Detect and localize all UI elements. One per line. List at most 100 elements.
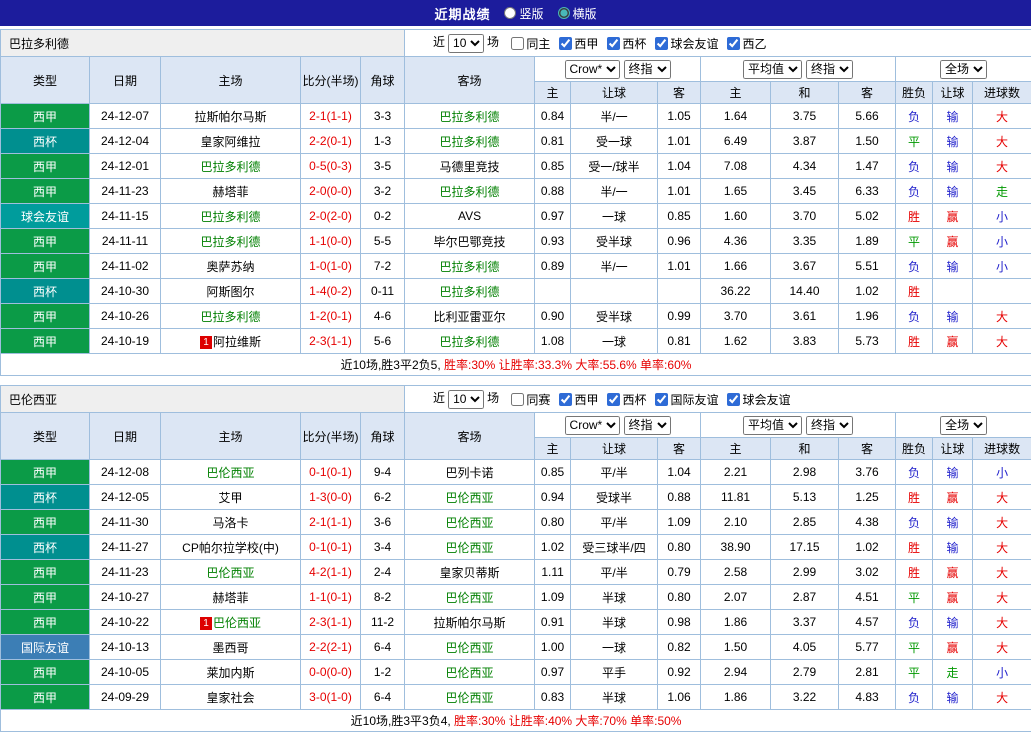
filter-option-label: 西杯: [622, 36, 647, 51]
home-team-cell: 皇家社会: [160, 684, 301, 710]
home-team-cell: 阿斯图尔: [160, 278, 301, 304]
euro-time-select[interactable]: 终指: [806, 415, 854, 435]
filter-option-label: 西甲: [574, 392, 599, 407]
asian-away-odds: 1.05: [657, 103, 702, 129]
competition-type-badge: 西甲: [0, 103, 90, 129]
odds-time-select[interactable]: 终指: [623, 415, 671, 435]
filter-option[interactable]: 西甲: [559, 35, 598, 52]
home-team-name[interactable]: 巴拉多利德: [200, 160, 260, 174]
euro-away-odds: 4.83: [838, 684, 897, 710]
asian-handicap: 平/半: [570, 559, 659, 585]
away-team-name[interactable]: 巴拉多利德: [440, 285, 500, 299]
filter-option[interactable]: 同赛: [511, 391, 550, 408]
filter-checkbox[interactable]: [655, 36, 669, 50]
away-team-name[interactable]: 巴拉多利德: [440, 185, 500, 199]
filter-option[interactable]: 球会友谊: [655, 35, 718, 52]
odds-company-select[interactable]: Crow*: [564, 415, 620, 435]
euro-odds-selects: 平均值 终指: [700, 412, 897, 438]
away-team-name[interactable]: 巴伦西亚: [446, 591, 494, 605]
euro-odds-selects: 平均值 终指: [700, 56, 897, 82]
match-score: 2-2(0-1): [300, 128, 361, 154]
away-team-name[interactable]: 巴拉多利德: [440, 260, 500, 274]
home-team-name[interactable]: 巴拉多利德: [200, 210, 260, 224]
filter-option[interactable]: 西乙: [727, 35, 766, 52]
odds-company-select[interactable]: Crow*: [564, 59, 620, 79]
euro-away-odds: 4.57: [838, 609, 897, 635]
away-team-name: 马德里竞技: [439, 159, 500, 174]
euro-draw-odds: 3.67: [770, 253, 840, 279]
home-team-cell: 奥萨苏纳: [160, 253, 301, 279]
away-team-name[interactable]: 巴伦西亚: [446, 641, 494, 655]
euro-draw-odds: 2.79: [770, 659, 840, 685]
euro-home-odds: 2.07: [700, 584, 772, 610]
filter-checkboxes: 同赛 西甲 西杯 国际友谊 球会友谊: [502, 391, 791, 408]
asian-handicap: [570, 278, 659, 304]
filter-checkbox[interactable]: [607, 392, 621, 406]
match-score: 2-3(1-1): [300, 328, 361, 354]
away-team-name[interactable]: 巴拉多利德: [440, 335, 500, 349]
layout-option[interactable]: 竖版: [504, 5, 544, 22]
match-row: 西甲 24-10-19 1 阿拉维斯 2-3(1-1) 5-6 巴拉多利德 1.08 一球 0.8…: [0, 328, 1031, 354]
team-name: 巴伦西亚: [0, 385, 406, 413]
filter-checkbox[interactable]: [511, 392, 525, 406]
scope-select[interactable]: 全场: [940, 415, 988, 435]
away-team-name[interactable]: 巴伦西亚: [446, 491, 494, 505]
result-goals: 大: [972, 684, 1031, 710]
away-team-name[interactable]: 巴拉多利德: [440, 135, 500, 149]
filter-bar: 近 10 场 同赛 西甲 西杯 国际友谊 球会友谊: [404, 385, 1031, 413]
result-goals: 小: [972, 228, 1031, 254]
competition-type-badge: 西杯: [0, 128, 90, 154]
layout-radio[interactable]: [504, 7, 517, 19]
layout-radio[interactable]: [557, 7, 570, 19]
home-team-name[interactable]: 巴伦西亚: [206, 466, 254, 480]
col-header-asian-away: 客: [657, 437, 702, 460]
home-team-name[interactable]: 巴拉多利德: [200, 235, 260, 249]
home-team-name[interactable]: 巴伦西亚: [213, 616, 261, 630]
match-row: 西甲 24-10-27 赫塔菲 1-1(0-1) 8-2 巴伦西亚 1.09 半球 0.80 2.…: [0, 584, 1031, 610]
filter-checkbox[interactable]: [559, 36, 573, 50]
euro-home-odds: 1.86: [700, 609, 772, 635]
scope-select[interactable]: 全场: [940, 59, 988, 79]
euro-average-select[interactable]: 平均值: [743, 415, 803, 435]
recent-count-select[interactable]: 10: [448, 33, 485, 53]
filter-option[interactable]: 西杯: [607, 391, 646, 408]
match-score: 0-5(0-3): [300, 153, 361, 179]
filter-option[interactable]: 同主: [511, 35, 550, 52]
recent-label: 近: [433, 391, 446, 406]
filter-checkbox[interactable]: [607, 36, 621, 50]
asian-home-odds: 0.91: [534, 609, 572, 635]
layout-option[interactable]: 横版: [557, 5, 597, 22]
filter-checkbox[interactable]: [727, 36, 741, 50]
away-team-name[interactable]: 巴伦西亚: [446, 516, 494, 530]
away-team-name[interactable]: 巴拉多利德: [440, 110, 500, 124]
home-team-name[interactable]: 巴拉多利德: [200, 310, 260, 324]
match-row: 西甲 24-11-23 赫塔菲 2-0(0-0) 3-2 巴拉多利德 0.88 半/一 1.01…: [0, 178, 1031, 204]
euro-draw-odds: 2.85: [770, 509, 840, 535]
away-team-name[interactable]: 巴伦西亚: [446, 691, 494, 705]
filter-checkbox[interactable]: [727, 392, 741, 406]
euro-average-select[interactable]: 平均值: [743, 59, 803, 79]
match-date: 24-10-19: [89, 328, 161, 354]
away-team-name[interactable]: 巴伦西亚: [446, 541, 494, 555]
competition-type-badge: 西甲: [0, 684, 90, 710]
filter-option[interactable]: 西杯: [607, 35, 646, 52]
filter-option[interactable]: 国际友谊: [655, 391, 718, 408]
filter-option[interactable]: 球会友谊: [727, 391, 791, 408]
match-score: 2-2(2-1): [300, 634, 361, 660]
col-header-corner: 角球: [359, 56, 406, 104]
home-team-name[interactable]: 巴伦西亚: [206, 566, 254, 580]
euro-draw-odds: 2.99: [770, 559, 840, 585]
recent-count-select[interactable]: 10: [448, 389, 485, 409]
filter-checkbox[interactable]: [511, 36, 525, 50]
filter-checkbox[interactable]: [559, 392, 573, 406]
filter-option-label: 国际友谊: [670, 392, 719, 407]
filter-option[interactable]: 西甲: [559, 391, 598, 408]
asian-handicap: 半/一: [570, 103, 659, 129]
filter-checkbox[interactable]: [655, 392, 669, 406]
home-team-cell: 巴伦西亚: [160, 459, 301, 485]
result-handicap: 输: [932, 509, 974, 535]
odds-time-select[interactable]: 终指: [623, 59, 671, 79]
euro-time-select[interactable]: 终指: [806, 59, 854, 79]
away-team-name[interactable]: 巴伦西亚: [446, 666, 494, 680]
match-date: 24-11-23: [89, 559, 161, 585]
